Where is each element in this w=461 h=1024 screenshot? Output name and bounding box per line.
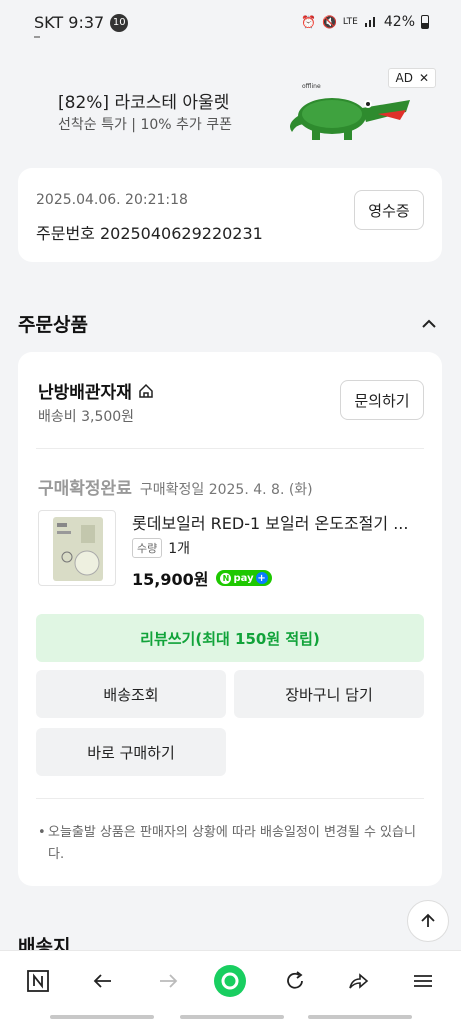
green-dot-button[interactable] — [212, 965, 248, 997]
thermostat-image — [53, 517, 103, 581]
naver-home-button[interactable] — [20, 965, 56, 997]
section-title: 주문상품 — [18, 314, 88, 336]
price-row: 15,900원 N pay + — [132, 566, 272, 590]
battery-icon — [421, 15, 429, 29]
ad-subtitle: 선착순 특가 | 10% 추가 쿠폰 — [58, 117, 233, 133]
ad-label: AD — [395, 71, 413, 85]
seller-name-row[interactable]: 난방배관자재 — [38, 378, 154, 403]
product-thumbnail[interactable] — [38, 510, 116, 586]
product-name[interactable]: 롯데보일러 RED-1 보일러 온도조절기 ... — [132, 510, 422, 534]
refresh-button[interactable] — [277, 965, 313, 997]
status-bar: SKT 9:37 10 ⏰ 🔇 LTE 42% — [0, 0, 461, 48]
status-right: ⏰ 🔇 LTE 42% — [301, 14, 429, 30]
order-number: 주문번호 2025040629220231 — [36, 224, 263, 243]
order-item-card: 난방배관자재 배송비 3,500원 문의하기 구매확정완료 구매확정일 2025… — [18, 352, 442, 886]
ad-banner[interactable]: [82%] 라코스테 아울렛 선착순 특가 | 10% 추가 쿠폰 offlin… — [18, 66, 442, 156]
status-dash — [34, 36, 40, 38]
notification-count-badge: 10 — [110, 13, 129, 32]
arrow-left-icon — [93, 974, 111, 988]
brand-mark-text: offline — [302, 83, 321, 90]
battery-percent: 42% — [383, 14, 415, 30]
browser-toolbar — [0, 950, 461, 1024]
arrow-right-icon — [160, 974, 178, 988]
menu-button[interactable] — [405, 965, 441, 997]
quantity-row: 수량 1개 — [132, 538, 190, 558]
refresh-icon — [287, 971, 303, 989]
purchase-status-row: 구매확정완료 구매확정일 2025. 4. 8. (화) — [38, 474, 313, 499]
forward-button[interactable] — [150, 965, 186, 997]
ad-badge[interactable]: AD ✕ — [388, 68, 436, 88]
order-datetime: 2025.04.06. 20:21:18 — [36, 192, 188, 208]
home-icon — [139, 383, 153, 398]
plus-icon: + — [255, 572, 268, 584]
ad-title: [82%] 라코스테 아울렛 — [58, 93, 230, 113]
track-delivery-button[interactable]: 배송조회 — [36, 670, 226, 718]
divider — [36, 448, 424, 449]
npay-plus-badge: N pay + — [216, 570, 272, 586]
shipping-fee: 배송비 3,500원 — [38, 409, 135, 425]
seller-name: 난방배관자재 — [38, 383, 132, 403]
quantity-tag: 수량 — [132, 538, 163, 558]
gesture-bar-left — [50, 1015, 154, 1019]
add-to-cart-button[interactable]: 장바구니 담기 — [234, 670, 424, 718]
hamburger-menu-icon — [414, 975, 432, 987]
write-review-button[interactable]: 리뷰쓰기(최대 150원 적립) — [36, 614, 424, 662]
chevron-up-icon[interactable] — [419, 314, 439, 334]
purchase-status: 구매확정완료 — [38, 479, 132, 499]
gesture-bar-center — [180, 1015, 284, 1019]
divider — [36, 798, 424, 799]
mute-icon: 🔇 — [321, 15, 337, 29]
receipt-button[interactable]: 영수증 — [354, 190, 424, 230]
gesture-bar-right — [308, 1015, 412, 1019]
shipping-notice: 오늘출발 상품은 판매자의 상황에 따라 배송일정이 변경될 수 있습니다. — [38, 822, 428, 866]
carrier-time: SKT 9:37 — [34, 13, 105, 32]
close-icon[interactable]: ✕ — [419, 71, 429, 85]
npay-label: pay — [233, 572, 254, 584]
lte-label: LTE — [342, 17, 358, 27]
green-dot-icon — [214, 965, 246, 997]
confirm-date: 구매확정일 2025. 4. 8. (화) — [139, 482, 313, 498]
share-button[interactable] — [340, 965, 376, 997]
arrow-up-icon — [421, 913, 435, 927]
share-icon — [349, 973, 369, 989]
product-price: 15,900원 — [132, 570, 209, 589]
alarm-icon: ⏰ — [301, 15, 316, 29]
order-info-card: 2025.04.06. 20:21:18 주문번호 20250406292202… — [18, 168, 442, 262]
buy-now-button[interactable]: 바로 구매하기 — [36, 728, 226, 776]
quantity-value: 1개 — [168, 541, 191, 557]
naver-n-box-icon — [27, 970, 49, 992]
naver-n-icon: N — [220, 572, 232, 584]
inquiry-button[interactable]: 문의하기 — [340, 380, 424, 420]
back-button[interactable] — [85, 965, 121, 997]
status-left: SKT 9:37 10 — [34, 13, 129, 32]
signal-icon — [364, 15, 378, 30]
scroll-to-top-button[interactable] — [407, 900, 449, 942]
